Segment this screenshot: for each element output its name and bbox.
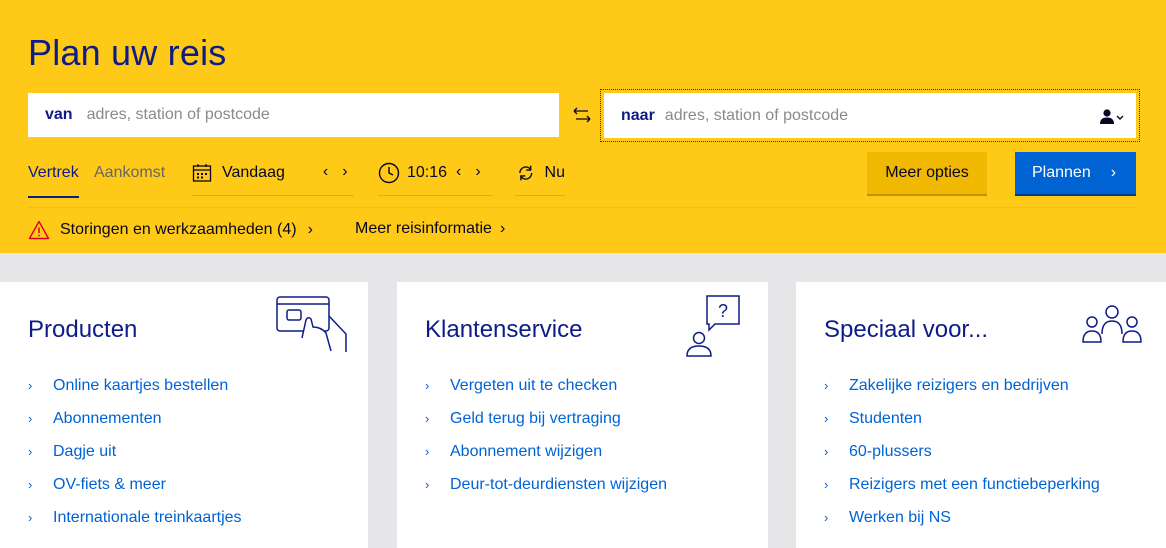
card-title: Klantenservice (425, 316, 583, 343)
chevron-right-icon: › (425, 411, 430, 426)
group-icon (1082, 305, 1142, 343)
refresh-icon (519, 165, 533, 181)
card-title: Speciaal voor... (824, 316, 989, 343)
chevron-right-icon: › (824, 510, 829, 525)
list-item[interactable]: › Deur-tot-deurdiensten wijzigen (425, 468, 667, 501)
now-control[interactable]: Nu (515, 162, 565, 196)
from-input[interactable] (86, 106, 559, 124)
more-options-button[interactable]: Meer opties (867, 152, 987, 196)
from-field[interactable]: van (28, 93, 559, 137)
link-list: › Vergeten uit te checken › Geld terug bij… (425, 369, 667, 501)
more-info-label: Meer reisinformatie (355, 220, 492, 237)
date-next-icon[interactable]: › (342, 163, 347, 181)
chevron-right-icon: › (28, 510, 33, 525)
list-item[interactable]: › Vergeten uit te checken (425, 369, 667, 402)
list-item[interactable]: › Online kaartjes bestellen (28, 369, 242, 402)
list-item[interactable]: › OV-fiets & meer (28, 468, 242, 501)
chevron-right-icon: › (425, 378, 430, 393)
chevron-right-icon: › (824, 411, 829, 426)
chevron-right-icon: › (28, 411, 33, 426)
time-value: 10:16 (407, 164, 448, 181)
chevron-right-icon: › (425, 444, 430, 459)
list-item[interactable]: › Zakelijke reizigers en bedrijven (824, 369, 1100, 402)
journey-planner: Plan uw reis van naar Vertrek Aankomst (0, 0, 1166, 253)
list-item[interactable]: › Abonnementen (28, 402, 242, 435)
plan-button[interactable]: Plannen › (1015, 152, 1136, 196)
travel-info-row: Storingen en werkzaamheden (4) › Meer re… (0, 218, 1166, 242)
time-next-icon[interactable]: › (475, 163, 480, 181)
clock-icon (378, 162, 400, 184)
time-control[interactable]: 10:16 ‹ › (378, 162, 492, 196)
list-item[interactable]: › Dagje uit (28, 435, 242, 468)
now-label: Nu (544, 164, 565, 181)
svg-text:?: ? (718, 301, 728, 321)
time-prev-icon[interactable]: ‹ (456, 163, 461, 181)
calendar-icon (192, 164, 212, 182)
date-control[interactable]: Vandaag ‹ › (192, 162, 354, 196)
list-item[interactable]: › 60-plussers (824, 435, 1100, 468)
divider (28, 207, 1136, 208)
question-person-icon: ? (686, 295, 740, 357)
card-speciaal-voor: Speciaal voor... › Zakelijke reizigers en… (796, 282, 1166, 548)
chevron-right-icon: › (1110, 164, 1117, 181)
disruptions-link[interactable]: Storingen en werkzaamheden (4) › (28, 220, 313, 240)
page-title: Plan uw reis (28, 32, 227, 73)
chevron-right-icon: › (28, 477, 33, 492)
chevron-right-icon: › (499, 220, 506, 237)
list-item[interactable]: › Abonnement wijzigen (425, 435, 667, 468)
list-item[interactable]: › Werken bij NS (824, 501, 1100, 534)
to-label: naar (621, 106, 655, 124)
plan-button-label: Plannen (1032, 164, 1091, 181)
card-producten: Producten › Online kaartjes bestellen › Ab… (0, 282, 368, 548)
tab-aankomst[interactable]: Aankomst (94, 164, 165, 182)
swap-icon[interactable] (568, 101, 596, 129)
chevron-right-icon: › (307, 221, 313, 238)
chevron-right-icon: › (824, 444, 829, 459)
traveller-icon[interactable] (1098, 107, 1126, 127)
chevron-right-icon: › (28, 378, 33, 393)
card-klantenservice: Klantenservice ? › Vergeten uit te checke… (397, 282, 768, 548)
chevron-right-icon: › (824, 477, 829, 492)
card-title: Producten (28, 316, 138, 343)
link-list: › Online kaartjes bestellen › Abonnementen… (28, 369, 242, 534)
warning-icon (28, 220, 50, 240)
list-item[interactable]: › Reizigers met een functiebeperking (824, 468, 1100, 501)
list-item[interactable]: › Geld terug bij vertraging (425, 402, 667, 435)
chevron-right-icon: › (28, 444, 33, 459)
to-field[interactable]: naar (600, 89, 1140, 142)
to-input[interactable] (664, 106, 1136, 125)
disruptions-label: Storingen en werkzaamheden (4) (60, 221, 297, 238)
from-label: van (45, 106, 73, 123)
list-item[interactable]: › Studenten (824, 402, 1100, 435)
card-hand-icon (276, 296, 347, 352)
date-value: Vandaag (222, 164, 285, 181)
more-info-link[interactable]: Meer reisinformatie › (355, 220, 505, 238)
options-row: Vertrek Aankomst Vandaag ‹ › 10:16 ‹ › N… (0, 150, 1166, 198)
link-list: › Zakelijke reizigers en bedrijven › Stude… (824, 369, 1100, 534)
date-prev-icon[interactable]: ‹ (323, 163, 328, 181)
chevron-right-icon: › (425, 477, 430, 492)
list-item[interactable]: › Internationale treinkaartjes (28, 501, 242, 534)
chevron-right-icon: › (824, 378, 829, 393)
tab-vertrek[interactable]: Vertrek (28, 164, 79, 198)
